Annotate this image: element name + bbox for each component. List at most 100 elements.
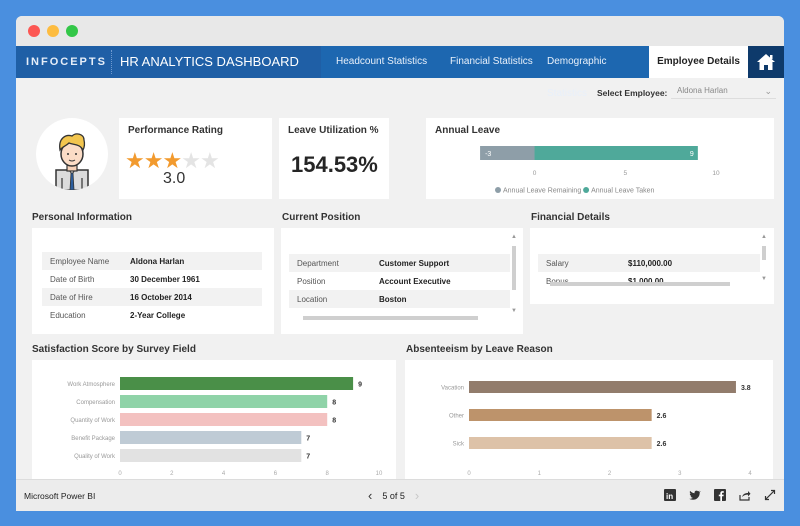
select-employee-label: Select Employee: <box>597 88 668 98</box>
financial-details-vscroll[interactable]: ▲ ▼ <box>760 234 768 284</box>
twitter-icon[interactable] <box>689 488 701 500</box>
share-icon[interactable] <box>739 488 751 501</box>
performance-rating-title: Performance Rating <box>128 125 224 136</box>
table-row: Date of Birth 30 December 1961 <box>42 270 262 288</box>
linkedin-icon[interactable]: in <box>664 488 676 501</box>
brand-divider <box>111 50 112 74</box>
leave-utilization-value: 154.53% <box>291 152 378 177</box>
fullscreen-icon[interactable] <box>764 488 776 501</box>
row-label: Department <box>297 258 339 268</box>
x-tick-label: 0 <box>533 170 537 177</box>
maximize-window-button[interactable] <box>66 25 78 37</box>
scroll-thumb[interactable] <box>550 282 730 286</box>
report-canvas: INFOCEPTS HR ANALYTICS DASHBOARD Headcou… <box>16 46 784 484</box>
scroll-thumb[interactable] <box>512 246 516 290</box>
row-value: Boston <box>379 294 407 304</box>
home-icon <box>757 54 775 70</box>
x-tick-label: 1 <box>538 471 542 477</box>
star-filled-icon: ★ <box>125 148 145 173</box>
star-filled-icon: ★ <box>143 148 164 173</box>
tab-demographic-statistics[interactable]: Demographic Statistics <box>547 46 647 99</box>
x-tick-label: 3 <box>678 471 682 477</box>
x-tick-label: 4 <box>748 471 752 477</box>
legend-marker <box>495 187 501 193</box>
x-tick-label: 2 <box>608 471 612 477</box>
row-value: Account Executive <box>379 276 451 286</box>
report-header: INFOCEPTS HR ANALYTICS DASHBOARD Headcou… <box>16 46 784 99</box>
current-position-vscroll[interactable]: ▲ ▼ <box>510 234 518 316</box>
scroll-down-icon[interactable]: ▼ <box>511 308 517 314</box>
table-row: Education 2-Year College <box>42 306 262 324</box>
x-tick-label: 2 <box>170 471 174 477</box>
bar <box>120 377 354 390</box>
satisfaction-chart-title: Satisfaction Score by Survey Field <box>32 344 196 355</box>
bar <box>469 381 736 393</box>
svg-text:in: in <box>666 492 673 501</box>
scroll-down-icon[interactable]: ▼ <box>761 276 767 282</box>
data-label: 2.6 <box>657 441 667 448</box>
absenteeism-chart-card: Vacation 3.8 Other 2.6 Sick 2.6 0 1 2 3 4 <box>405 360 773 484</box>
category-label: Quantity of Work <box>70 418 116 424</box>
share-toolbar: in <box>664 488 776 501</box>
current-position-hscroll[interactable] <box>291 314 511 321</box>
facebook-icon[interactable] <box>714 488 726 501</box>
financial-details-card: Salary $110,000.00 Bonus $1,000.00 ▲ ▼ <box>530 228 774 304</box>
data-label: 2.6 <box>657 413 667 420</box>
powerbi-brand: Microsoft Power BI <box>24 491 96 501</box>
x-tick-label: 8 <box>326 471 330 477</box>
current-position-table: Department Customer Support Position Accoun… <box>289 254 511 308</box>
title-bar <box>16 16 784 46</box>
table-row: Salary $110,000.00 <box>538 254 760 272</box>
x-tick-label: 0 <box>467 471 471 477</box>
personal-information-table: Employee Name Aldona Harlan Date of Birth 3… <box>42 252 262 324</box>
tab-employee-details[interactable]: Employee Details <box>649 46 748 78</box>
data-label: 7 <box>306 436 310 443</box>
category-label: Other <box>449 414 464 420</box>
legend-label: Annual Leave Taken <box>591 188 654 195</box>
scroll-up-icon[interactable]: ▲ <box>761 234 767 240</box>
scroll-up-icon[interactable]: ▲ <box>511 234 517 240</box>
personal-information-title: Personal Information <box>32 212 133 223</box>
row-label: Location <box>297 294 328 304</box>
page-navigator: ‹ 5 of 5 › <box>368 488 419 503</box>
home-button[interactable] <box>748 46 784 78</box>
absenteeism-chart-title: Absenteeism by Leave Reason <box>406 344 553 355</box>
x-tick-label: 6 <box>274 471 278 477</box>
bar <box>469 437 652 449</box>
x-tick-label: 5 <box>623 170 627 177</box>
tab-financial-statistics[interactable]: Financial Statistics <box>450 46 540 78</box>
legend-marker <box>583 187 590 193</box>
chevron-left-icon[interactable]: ‹ <box>368 488 372 503</box>
scroll-thumb[interactable] <box>303 316 478 320</box>
data-label: 9 <box>358 382 362 389</box>
x-tick-label: 0 <box>118 471 122 477</box>
scroll-thumb[interactable] <box>762 246 766 260</box>
data-label: 8 <box>332 400 336 407</box>
bar <box>120 431 302 444</box>
row-label: Date of Birth <box>50 274 95 284</box>
select-employee-dropdown[interactable]: Aldona Harlan ⌄ <box>671 83 776 99</box>
close-window-button[interactable] <box>28 25 40 37</box>
category-label: Vacation <box>441 386 464 392</box>
table-row: Position Account Executive <box>289 272 511 290</box>
bar <box>120 413 328 426</box>
data-label: 7 <box>306 454 310 461</box>
category-label: Work Atmosphere <box>67 382 115 388</box>
leave-utilization-card: Leave Utilization % 154.53% <box>279 118 389 199</box>
legend-label: Annual Leave Remaining <box>503 188 581 195</box>
category-label: Sick <box>453 442 465 448</box>
category-label: Quality of Work <box>74 454 116 460</box>
chevron-right-icon[interactable]: › <box>415 488 419 503</box>
minimize-window-button[interactable] <box>47 25 59 37</box>
tab-headcount-statistics[interactable]: Headcount Statistics <box>336 46 431 78</box>
performance-rating-card: Performance Rating ★★★★★ 3.0 <box>119 118 272 199</box>
bar <box>120 449 302 462</box>
table-row: Employee Name Aldona Harlan <box>42 252 262 270</box>
employee-avatar <box>36 118 108 190</box>
financial-details-title: Financial Details <box>531 212 610 223</box>
row-value: Customer Support <box>379 258 450 268</box>
current-position-title: Current Position <box>282 212 361 223</box>
table-row: Date of Hire 16 October 2014 <box>42 288 262 306</box>
row-value: 30 December 1961 <box>130 274 200 284</box>
financial-details-hscroll[interactable] <box>540 280 760 287</box>
